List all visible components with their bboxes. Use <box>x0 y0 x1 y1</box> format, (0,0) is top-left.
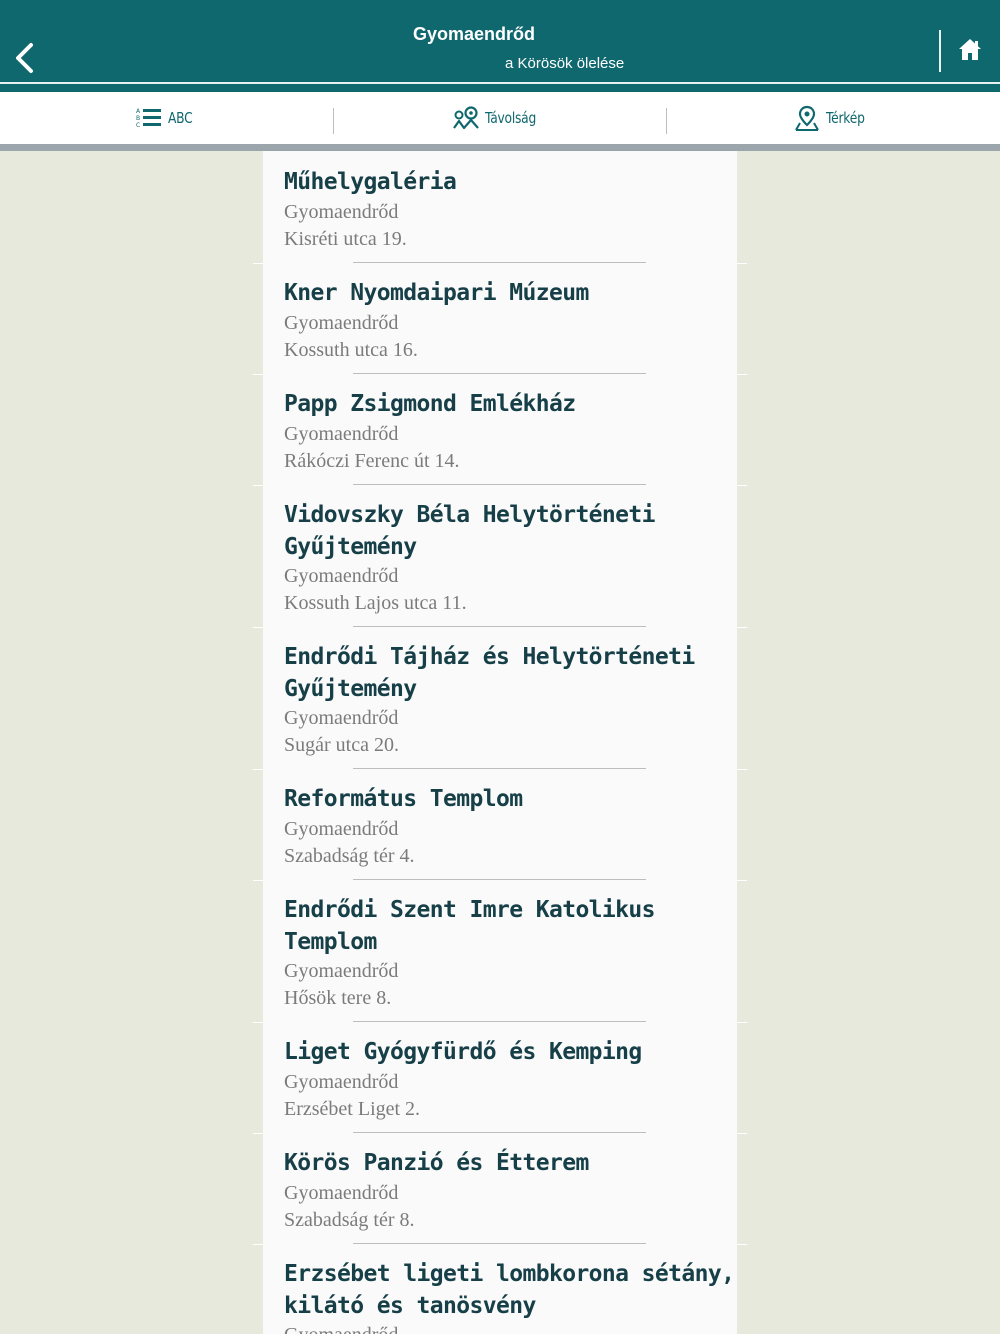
edge-tick <box>253 1022 263 1023</box>
tab-map-label: Térkép <box>825 109 865 127</box>
place-address: Szabadság tér 4. <box>284 844 415 867</box>
place-city: Gyomaendrőd <box>284 707 399 729</box>
tab-bar: A B C ABC Távolság Térkép <box>0 92 1000 144</box>
place-city: Gyomaendrőd <box>284 1070 399 1093</box>
page-subtitle: a Körösök ölelése <box>505 55 625 72</box>
place-name: Kner Nyomdaipari Múzeum <box>284 280 589 306</box>
edge-tick <box>253 263 263 264</box>
place-city: Gyomaendrőd <box>284 200 399 223</box>
svg-text:C: C <box>136 122 140 129</box>
svg-text:A: A <box>136 108 141 115</box>
app-header: Gyomaendrőd a Körösök ölelése <box>0 0 1000 92</box>
edge-tick <box>253 1133 263 1134</box>
place-name: Vidovszky Béla Helytörténeti <box>284 502 656 528</box>
place-city: Gyomaendrőd <box>284 311 399 334</box>
place-address: Szabadság tér 8. <box>284 1208 415 1231</box>
place-name: Körös Panzió és Étterem <box>284 1150 589 1176</box>
map-route-icon <box>453 106 480 130</box>
svg-text:B: B <box>136 115 140 122</box>
edge-tick <box>737 1244 747 1245</box>
place-name-line-2: Gyűjtemény <box>284 675 417 702</box>
place-city: Gyomaendrőd <box>284 960 399 982</box>
list-item[interactable]: Papp Zsigmond Emlékház Gyomaendrőd Rákóc… <box>263 374 737 485</box>
place-name-line-2: kilátó és tanösvény <box>284 1292 536 1319</box>
edge-tick <box>253 880 263 881</box>
tab-bar-rule <box>0 144 1000 151</box>
place-name: Papp Zsigmond Emlékház <box>284 391 576 417</box>
list-item[interactable]: Műhelygaléria Gyomaendrőd Kisréti utca 1… <box>263 151 737 263</box>
list-item[interactable]: Református Templom Gyomaendrőd Szabadság… <box>263 769 737 880</box>
place-name: Endrődi Tájház és Helytörténeti <box>284 644 695 670</box>
tab-abc[interactable]: A B C ABC <box>0 92 333 144</box>
edge-tick <box>737 485 747 486</box>
place-name: Református Templom <box>284 786 523 812</box>
tab-abc-label: ABC <box>167 109 193 127</box>
place-city: Gyomaendrőd <box>284 565 399 587</box>
place-city: Gyomaendrőd <box>284 817 399 840</box>
place-address: Kossuth utca 16. <box>284 338 418 361</box>
page-title: Gyomaendrőd <box>412 24 536 44</box>
list-item[interactable]: Kner Nyomdaipari Múzeum Gyomaendrőd Koss… <box>263 263 737 374</box>
edge-tick <box>253 1244 263 1245</box>
place-name: Erzsébet ligeti lombkorona sétány, <box>284 1261 735 1287</box>
edge-tick <box>253 485 263 486</box>
place-city: Gyomaendrőd <box>284 1322 737 1334</box>
header-rule <box>0 82 1000 84</box>
list-item[interactable]: Vidovszky Béla Helytörténeti Gyűjtemény … <box>263 485 737 627</box>
list-item[interactable]: Erzsébet ligeti lombkorona sétány, kilát… <box>263 1244 737 1334</box>
tab-distance[interactable]: Távolság <box>334 92 667 144</box>
place-name-line-2: Gyűjtemény <box>284 533 417 560</box>
list-item[interactable]: Körös Panzió és Étterem Gyomaendrőd Szab… <box>263 1133 737 1244</box>
list-item[interactable]: Endrődi Tájház és Helytörténeti Gyűjtemé… <box>263 627 737 769</box>
list-item[interactable]: Endrődi Szent Imre Katolikus Templom Gyo… <box>263 880 737 1022</box>
edge-tick <box>737 1133 747 1134</box>
edge-tick <box>737 374 747 375</box>
place-address: Rákóczi Ferenc út 14. <box>284 449 460 472</box>
place-name: Liget Gyógyfürdő és Kemping <box>284 1039 642 1065</box>
edge-tick <box>253 769 263 770</box>
list-item[interactable]: Liget Gyógyfürdő és Kemping Gyomaendrőd … <box>263 1022 737 1133</box>
header-divider <box>939 30 941 72</box>
place-address: Hősök tere 8. <box>284 987 392 1009</box>
edge-tick <box>737 880 747 881</box>
map-pin-icon <box>795 105 819 131</box>
place-name: Endrődi Szent Imre Katolikus <box>284 897 656 923</box>
home-button[interactable] <box>952 34 988 66</box>
place-name-line-2: Templom <box>284 928 377 955</box>
place-address: Kisréti utca 19. <box>284 227 407 250</box>
place-city: Gyomaendrőd <box>284 422 399 445</box>
edge-tick <box>253 374 263 375</box>
edge-tick <box>737 769 747 770</box>
place-address: Kossuth Lajos utca 11. <box>284 592 467 614</box>
place-name: Műhelygaléria <box>284 169 457 195</box>
edge-tick <box>737 263 747 264</box>
place-address: Erzsébet Liget 2. <box>284 1097 421 1120</box>
place-city: Gyomaendrőd <box>284 1181 399 1204</box>
place-list: Műhelygaléria Gyomaendrőd Kisréti utca 1… <box>263 151 737 1334</box>
tab-map[interactable]: Térkép <box>667 92 1000 144</box>
edge-tick <box>737 627 747 628</box>
place-address: Sugár utca 20. <box>284 734 399 756</box>
list-icon: A B C <box>136 108 161 129</box>
edge-tick <box>253 627 263 628</box>
tab-distance-label: Távolság <box>485 109 537 127</box>
edge-tick <box>737 1022 747 1023</box>
home-icon <box>959 39 981 60</box>
